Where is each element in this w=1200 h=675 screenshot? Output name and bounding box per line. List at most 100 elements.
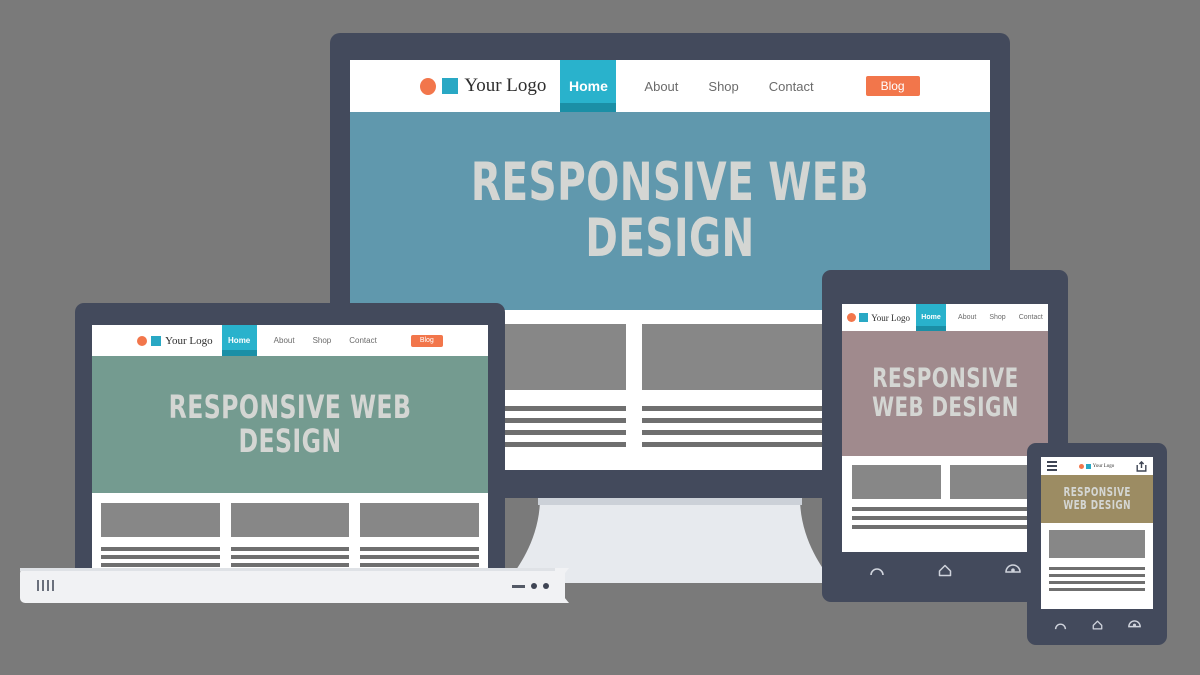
nav-item-shop[interactable]: Shop <box>708 79 738 94</box>
back-icon[interactable] <box>1054 620 1067 630</box>
logo-square-icon <box>1085 463 1091 469</box>
nav-blog-button[interactable]: Blog <box>865 76 920 96</box>
image-placeholder <box>852 465 941 499</box>
text-line <box>1049 588 1145 591</box>
tablet-content <box>842 456 1048 552</box>
text-line <box>852 516 1038 520</box>
logo-square-icon <box>442 78 459 94</box>
nav-item-about[interactable]: About <box>958 314 976 321</box>
content-column <box>230 503 350 575</box>
text-line <box>1049 574 1145 577</box>
desktop-logo[interactable]: Your Logo <box>350 60 560 112</box>
text-line <box>852 525 1038 529</box>
text-line <box>230 555 350 559</box>
tablet-nav-links: About Shop Contact <box>946 304 1048 331</box>
nav-item-contact[interactable]: Contact <box>1019 314 1043 321</box>
text-line <box>1049 567 1145 570</box>
laptop-dot-icon <box>531 583 537 589</box>
laptop-website-mock: Your Logo Home About Shop Contact Blog R… <box>92 325 488 575</box>
text-line <box>360 563 480 567</box>
laptop-hero: RESPONSIVE WEB DESIGN <box>92 356 488 493</box>
logo-circle-icon <box>847 313 857 322</box>
text-line <box>230 547 350 551</box>
phone-system-nav <box>1041 614 1153 636</box>
logo-circle-icon <box>1078 463 1084 469</box>
nav-item-home[interactable]: Home <box>916 304 947 331</box>
laptop-device: Your Logo Home About Shop Contact Blog R… <box>75 303 505 575</box>
phone-topbar: Your Logo <box>1041 457 1153 475</box>
logo-text: Your Logo <box>165 334 213 347</box>
tablet-hero: RESPONSIVE WEB DESIGN <box>842 331 1048 456</box>
image-placeholder <box>230 503 350 537</box>
content-column <box>852 465 941 499</box>
image-placeholder <box>1049 530 1145 558</box>
image-placeholder <box>360 503 480 537</box>
laptop-dash-icon <box>512 584 525 588</box>
tablet-logo[interactable]: Your Logo <box>842 304 916 331</box>
text-lines <box>852 507 1038 529</box>
nav-item-shop[interactable]: Shop <box>313 336 332 345</box>
content-column <box>949 465 1038 499</box>
logo-square-icon <box>859 313 869 322</box>
image-placeholder <box>101 503 220 537</box>
image-placeholder <box>949 465 1038 499</box>
logo-square-icon <box>151 335 162 346</box>
laptop-content <box>92 493 488 575</box>
recents-icon[interactable] <box>1005 564 1022 576</box>
hero-title: RESPONSIVE WEB DESIGN <box>470 152 870 269</box>
laptop-dot-icon <box>543 583 549 589</box>
text-line <box>360 555 480 559</box>
hamburger-icon[interactable] <box>1047 461 1057 471</box>
recents-icon[interactable] <box>1127 620 1141 630</box>
hero-title: RESPONSIVE WEB DESIGN <box>871 363 1019 423</box>
laptop-nav-links: About Shop Contact Blog <box>257 325 488 356</box>
content-columns <box>852 465 1038 499</box>
content-column <box>101 503 220 575</box>
laptop-indicator-icons <box>512 583 549 589</box>
hero-title: RESPONSIVE WEB DESIGN <box>1063 485 1131 512</box>
logo-text: Your Logo <box>464 75 547 96</box>
share-icon[interactable] <box>1136 460 1147 472</box>
laptop-navbar: Your Logo Home About Shop Contact Blog <box>92 325 488 356</box>
phone-content <box>1041 523 1153 609</box>
text-line <box>230 563 350 567</box>
text-lines <box>1049 567 1145 591</box>
hero-title: RESPONSIVE WEB DESIGN <box>168 387 412 460</box>
nav-item-contact[interactable]: Contact <box>349 336 377 345</box>
logo-text: Your Logo <box>1092 463 1115 469</box>
tablet-navbar: Your Logo Home About Shop Contact <box>842 304 1048 331</box>
logo-circle-icon <box>420 77 437 95</box>
laptop-base <box>20 568 565 603</box>
laptop-logo[interactable]: Your Logo <box>92 325 222 356</box>
phone-website-mock: Your Logo RESPONSIVE WEB DESIGN <box>1041 457 1153 609</box>
nav-item-home[interactable]: Home <box>221 325 257 356</box>
text-line <box>1049 581 1145 584</box>
nav-blog-button[interactable]: Blog <box>410 334 443 347</box>
nav-item-home[interactable]: Home <box>560 60 617 112</box>
laptop-base-wedge <box>555 568 569 603</box>
nav-item-about[interactable]: About <box>644 79 678 94</box>
laptop-vent-icon <box>37 580 54 591</box>
nav-item-about[interactable]: About <box>274 336 295 345</box>
text-line <box>852 507 1038 511</box>
content-column <box>360 503 480 575</box>
content-columns <box>101 503 480 575</box>
laptop-base-edge <box>20 568 565 571</box>
back-icon[interactable] <box>869 564 885 576</box>
text-line <box>101 563 220 567</box>
phone-device: Your Logo RESPONSIVE WEB DESIGN <box>1027 443 1167 645</box>
logo-circle-icon <box>137 335 148 346</box>
desktop-nav-links: About Shop Contact Blog <box>616 60 990 112</box>
home-icon[interactable] <box>1092 620 1103 630</box>
nav-item-shop[interactable]: Shop <box>989 314 1005 321</box>
text-line <box>360 547 480 551</box>
text-line <box>101 555 220 559</box>
nav-item-contact[interactable]: Contact <box>769 79 814 94</box>
tablet-website-mock: Your Logo Home About Shop Contact RESPON… <box>842 304 1048 552</box>
text-line <box>101 547 220 551</box>
phone-logo[interactable]: Your Logo <box>1078 463 1115 469</box>
home-icon[interactable] <box>938 564 952 577</box>
logo-text: Your Logo <box>871 312 911 323</box>
responsive-devices-illustration: Your Logo Home About Shop Contact Blog R… <box>0 0 1200 675</box>
phone-hero: RESPONSIVE WEB DESIGN <box>1041 475 1153 523</box>
